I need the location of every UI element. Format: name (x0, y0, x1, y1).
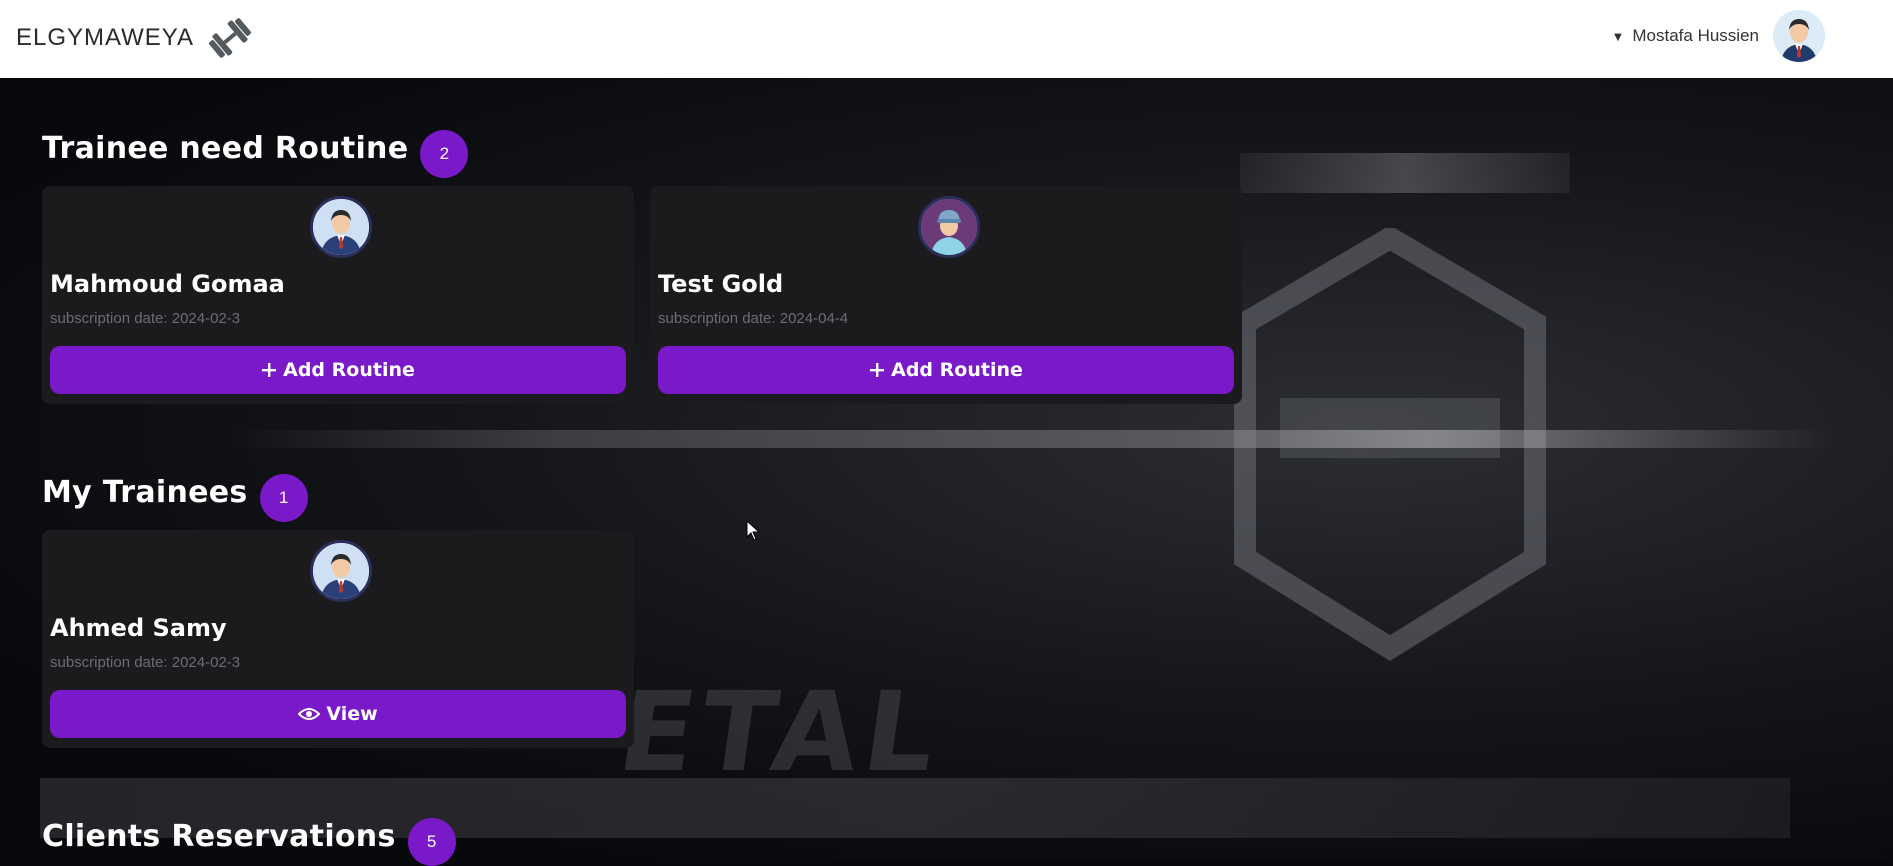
trainee-avatar (310, 540, 372, 602)
trainee-name: Ahmed Samy (50, 614, 227, 642)
background-highlight (1240, 153, 1570, 193)
count-badge: 1 (259, 474, 308, 522)
brand[interactable]: ELGYMAWEYA (16, 14, 254, 62)
gym-shield-watermark (1234, 228, 1546, 661)
trainee-card: Test Gold subscription date: 2024-04-4 A… (650, 186, 1242, 404)
background-light-band (230, 430, 1830, 448)
caret-down-icon[interactable]: ▼ (1612, 29, 1625, 44)
trainee-name: Test Gold (658, 270, 784, 298)
section-my-trainees-header: My Trainees 1 (42, 462, 308, 522)
eye-icon (298, 706, 321, 722)
section-title: Clients Reservations (42, 818, 396, 854)
subscription-date: subscription date: 2024-04-4 (658, 310, 849, 327)
mouse-cursor-icon (746, 520, 761, 541)
section-title: My Trainees (42, 474, 248, 510)
trainee-avatar (918, 196, 980, 258)
section-reservations-header: Clients Reservations 5 (42, 806, 456, 866)
dumbbell-icon (209, 18, 251, 58)
trainee-card: Ahmed Samy subscription date: 2024-02-3 … (42, 530, 634, 748)
trainee-name: Mahmoud Gomaa (50, 270, 285, 298)
subscription-date: subscription date: 2024-02-3 (50, 654, 241, 671)
trainee-avatar (310, 196, 372, 258)
add-routine-button[interactable]: Add Routine (658, 346, 1234, 394)
add-routine-button[interactable]: Add Routine (50, 346, 626, 394)
count-badge: 5 (407, 818, 456, 866)
background-lettering: ETAL (611, 668, 950, 796)
button-label: View (326, 703, 378, 725)
section-need-routine-header: Trainee need Routine 2 (42, 118, 469, 178)
brand-name[interactable]: ELGYMAWEYA (16, 24, 194, 52)
section-title: Trainee need Routine (42, 130, 409, 166)
count-badge: 2 (420, 130, 469, 178)
plus-icon (261, 362, 277, 378)
user-name[interactable]: Mostafa Hussien (1632, 26, 1759, 46)
button-label: Add Routine (283, 359, 415, 381)
subscription-date: subscription date: 2024-02-3 (50, 310, 241, 327)
plus-icon (869, 362, 885, 378)
view-button[interactable]: View (50, 690, 626, 738)
trainee-card: Mahmoud Gomaa subscription date: 2024-02… (42, 186, 634, 404)
user-menu[interactable]: ▼ Mostafa Hussien (1612, 10, 1825, 62)
button-label: Add Routine (891, 359, 1023, 381)
top-navbar: ELGYMAWEYA ▼ Mostafa Hussien (0, 0, 1893, 79)
user-avatar[interactable] (1773, 10, 1825, 62)
